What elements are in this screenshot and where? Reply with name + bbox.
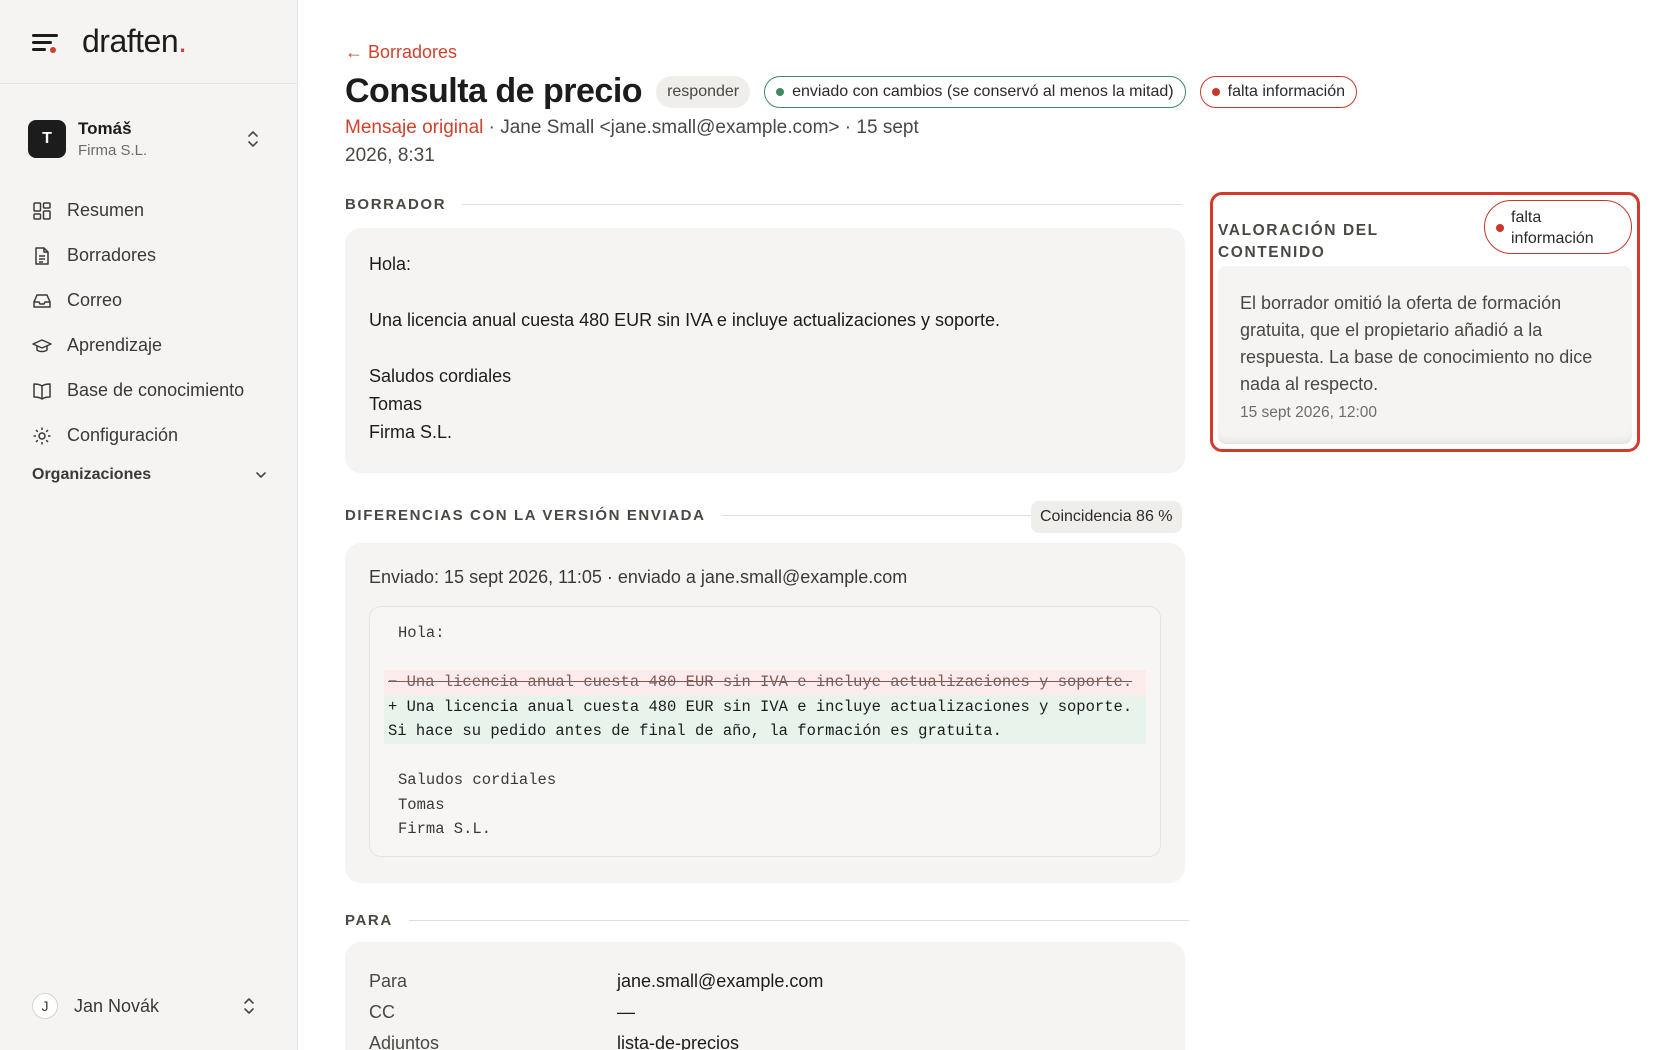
account-avatar: T — [28, 120, 66, 158]
draft-card: Hola: Una licencia anual cuesta 480 EUR … — [345, 228, 1185, 473]
recipient-value: jane.small@example.com — [617, 971, 824, 991]
diff-context-line: Hola: — [398, 624, 445, 642]
assessment-body: El borrador omitió la oferta de formació… — [1218, 266, 1632, 444]
diff-removed-line: − Una licencia anual cuesta 480 EUR sin … — [384, 670, 1146, 695]
recipient-key: Adjuntos — [369, 1033, 440, 1050]
account-switcher[interactable]: T Tomáš Firma S.L. — [28, 116, 272, 162]
chevron-up-down-icon — [242, 995, 256, 1017]
diff-card: Enviado: 15 sept 2026, 11:05 · enviado a… — [345, 543, 1185, 883]
section-diff-header: DIFERENCIAS CON LA VERSIÓN ENVIADA — [345, 507, 1034, 524]
diff-added-line: + Una licencia anual cuesta 480 EUR sin … — [384, 694, 1146, 719]
inbox-icon — [33, 293, 51, 308]
app-logo[interactable]: draften. — [82, 23, 187, 60]
sent-info: Enviado: 15 sept 2026, 11:05 · enviado a… — [369, 567, 908, 587]
book-icon — [33, 382, 51, 400]
original-message-link[interactable]: Mensaje original — [345, 117, 483, 138]
section-title: PARA — [345, 912, 393, 929]
draft-company: Firma S.L. — [369, 422, 453, 442]
sidebar: draften. T Tomáš Firma S.L. Resumen Borr… — [0, 0, 298, 1050]
section-title: DIFERENCIAS CON LA VERSIÓN ENVIADA — [345, 507, 706, 524]
brand-header: draften. — [0, 0, 297, 84]
recipient-row: CC — — [369, 997, 1161, 1028]
sidebar-item-resumen[interactable]: Resumen — [32, 188, 282, 233]
chevron-up-down-icon — [246, 128, 260, 150]
flag-badge: falta información — [1199, 75, 1358, 108]
recipient-value: — — [617, 1002, 635, 1022]
recipient-key: CC — [369, 1002, 395, 1022]
status-dot-icon — [776, 87, 785, 96]
account-name: Tomáš — [78, 119, 132, 138]
document-icon — [35, 246, 49, 265]
recipient-row: Adjuntos lista-de-precios — [369, 1028, 1161, 1050]
status-badge: enviado con cambios (se conservó al meno… — [764, 75, 1186, 108]
recipient-key: Para — [369, 971, 408, 991]
assessment-title: VALORACIÓN DEL CONTENIDO — [1218, 222, 1379, 261]
organizations-toggle[interactable]: Organizaciones — [32, 466, 268, 484]
sidebar-item-base-de-conocimiento[interactable]: Base de conocimiento — [32, 368, 282, 413]
page-title: Consulta de precio — [345, 72, 643, 110]
draft-body: Una licencia anual cuesta 480 EUR sin IV… — [369, 310, 1001, 330]
user-menu[interactable]: J Jan Novák — [32, 993, 268, 1019]
sidebar-item-correo[interactable]: Correo — [32, 278, 282, 323]
user-name: Jan Novák — [74, 995, 160, 1016]
diff-box: Hola: − Una licencia anual cuesta 480 EU… — [369, 606, 1161, 857]
sidebar-item-label: Base de conocimiento — [67, 380, 245, 400]
match-badge: Coincidencia 86 % — [1031, 501, 1182, 533]
diff-context-line: Saludos cordiales — [398, 771, 557, 789]
gear-icon — [33, 427, 51, 444]
sidebar-nav: Resumen Borradores Correo Aprendizaje Ba… — [32, 188, 282, 458]
chevron-down-icon — [256, 472, 266, 478]
section-to-header: PARA — [345, 912, 1189, 929]
content-assessment-panel: VALORACIÓN DEL CONTENIDO falta informaci… — [1210, 192, 1640, 452]
menu-icon[interactable] — [32, 32, 58, 53]
back-link[interactable]: ← Borradores — [345, 42, 457, 63]
section-draft-header: BORRADOR — [345, 196, 1183, 213]
draft-name: Tomas — [369, 394, 423, 414]
user-avatar: J — [32, 993, 58, 1019]
attachment-link[interactable]: lista-de-precios — [617, 1033, 739, 1050]
assessment-text: El borrador omitió la oferta de formació… — [1240, 293, 1593, 394]
flag-dot-icon — [1496, 224, 1504, 232]
draft-closing: Saludos cordiales — [369, 366, 512, 386]
assessment-flag-badge: falta información — [1484, 200, 1632, 254]
flag-dot-icon — [1211, 87, 1220, 96]
recipient-row: Para jane.small@example.com — [369, 966, 1161, 997]
sidebar-item-label: Borradores — [67, 245, 157, 265]
graduation-cap-icon — [32, 338, 52, 352]
sidebar-item-borradores[interactable]: Borradores — [32, 233, 282, 278]
sidebar-item-label: Configuración — [67, 425, 179, 445]
recipients-card: Para jane.small@example.com CC — Adjunto… — [345, 942, 1185, 1050]
sidebar-item-label: Resumen — [67, 200, 145, 220]
draft-greeting: Hola: — [369, 254, 412, 274]
dashboard-icon — [33, 201, 51, 220]
diff-context-line: Tomas — [398, 795, 445, 814]
organizations-label: Organizaciones — [32, 466, 152, 483]
account-org: Firma S.L. — [78, 142, 148, 159]
assessment-timestamp: 15 sept 2026, 12:00 — [1240, 404, 1378, 421]
sidebar-item-label: Correo — [67, 290, 123, 310]
section-title: BORRADOR — [345, 196, 447, 213]
sidebar-item-label: Aprendizaje — [67, 335, 163, 355]
sidebar-item-aprendizaje[interactable]: Aprendizaje — [32, 323, 282, 368]
type-badge: responder — [656, 75, 751, 108]
title-row: Consulta de precio responder enviado con… — [345, 72, 1371, 111]
diff-context-line: Firma S.L. — [398, 820, 492, 838]
sidebar-item-configuracion[interactable]: Configuración — [32, 413, 282, 458]
diff-added-line: Si hace su pedido antes de final de año,… — [384, 719, 1146, 744]
message-meta: Mensaje original · Jane Small <jane.smal… — [345, 114, 945, 170]
